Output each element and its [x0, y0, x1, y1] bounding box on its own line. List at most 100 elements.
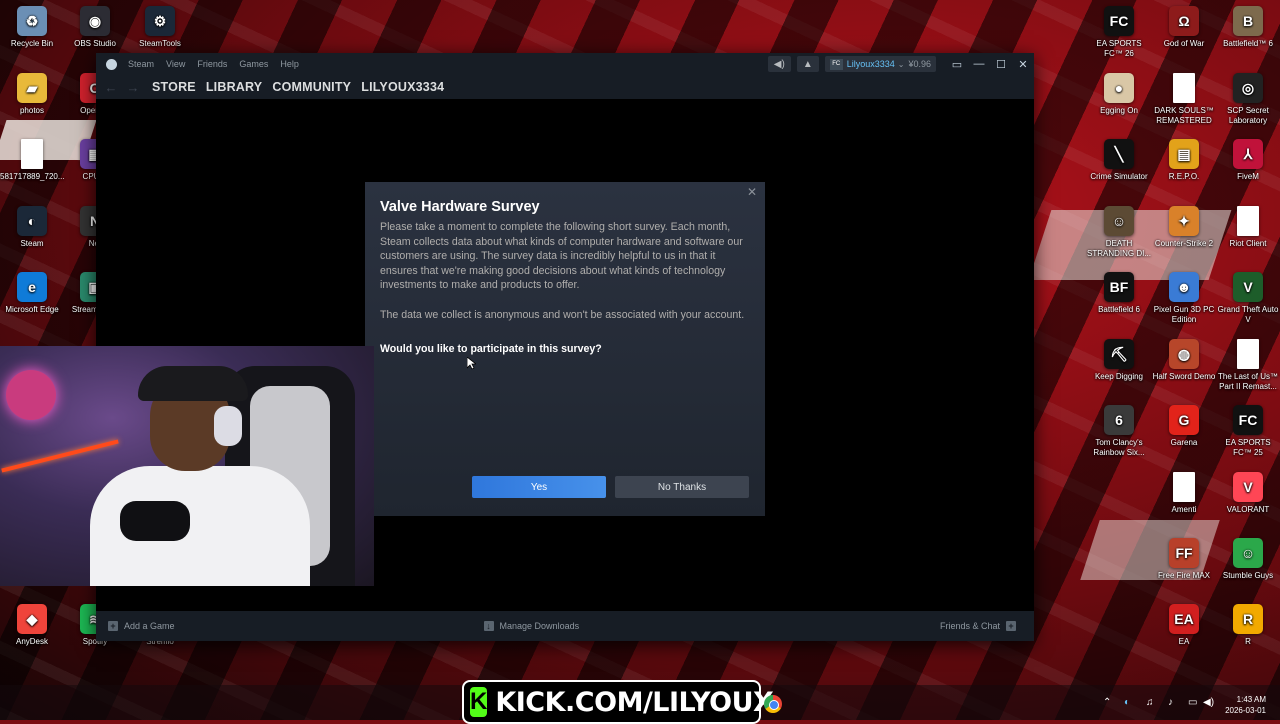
desktop-icon-label: Riot Client: [1229, 239, 1267, 248]
desktop-icon[interactable]: BF Battlefield 6: [1087, 272, 1151, 315]
add-game-button[interactable]: + Add a Game: [108, 621, 175, 631]
headset-tray-icon[interactable]: ♫: [1146, 697, 1154, 708]
broadcast-button[interactable]: ◀): [767, 56, 791, 72]
webcam-overlay: [0, 346, 374, 586]
maximize-icon[interactable]: ☐: [990, 58, 1012, 71]
ea-icon: EA: [1169, 604, 1199, 634]
steam-tray-icon[interactable]: ◐: [1124, 697, 1130, 708]
menu-help[interactable]: Help: [274, 59, 305, 69]
desktop-icon[interactable]: ☺ DEATH STRANDING DI...: [1087, 206, 1151, 259]
menu-friends[interactable]: Friends: [191, 59, 233, 69]
desktop-icon[interactable]: FF Free Fire MAX: [1152, 538, 1216, 581]
fc25-icon: FC: [1233, 405, 1263, 435]
desktop-icon[interactable]: V Grand Theft Auto V: [1216, 272, 1280, 325]
desktop-icon[interactable]: ☺ Stumble Guys: [1216, 538, 1280, 581]
menu-steam[interactable]: Steam: [122, 59, 160, 69]
dialog-question: Would you like to participate in this su…: [380, 343, 602, 355]
friends-chat-button[interactable]: Friends & Chat +: [940, 621, 1022, 631]
nav-store[interactable]: STORE: [152, 80, 196, 94]
taskbar-clock[interactable]: 1:43 AM 2026-03-01: [1225, 694, 1266, 716]
desktop-icon[interactable]: B Battlefield™ 6: [1216, 6, 1280, 49]
desktop-icon[interactable]: The Last of Us™ Part II Remast...: [1216, 339, 1280, 392]
close-window-icon[interactable]: ✕: [1012, 58, 1034, 71]
desktop-icon-label: SteamTools: [139, 39, 181, 48]
desktop-icon[interactable]: ⚙ SteamTools: [128, 6, 192, 49]
menu-games[interactable]: Games: [233, 59, 274, 69]
desktop-icon[interactable]: ◍ Half Sword Demo: [1152, 339, 1216, 382]
desktop-icon-label: Stumble Guys: [1222, 571, 1274, 580]
manage-downloads-button[interactable]: ↓ Manage Downloads: [483, 621, 579, 631]
half-sword-icon: ◍: [1169, 339, 1199, 369]
forward-arrow-icon[interactable]: →: [122, 80, 144, 95]
desktop-icon[interactable]: V VALORANT: [1216, 472, 1280, 515]
desktop-icon[interactable]: ● Egging On: [1087, 73, 1151, 116]
desktop-icon-label: Microsoft Edge: [5, 305, 59, 314]
barcelona-logo-icon: [6, 370, 56, 420]
desktop-icon-label: DEATH STRANDING DI...: [1087, 239, 1152, 258]
desktop-icon[interactable]: DARK SOULS™ REMASTERED: [1152, 73, 1216, 126]
yes-button[interactable]: Yes: [472, 476, 606, 498]
steam-bottombar: + Add a Game ↓ Manage Downloads Friends …: [96, 611, 1034, 641]
microphone-icon: [120, 501, 190, 541]
desktop-icon[interactable]: ☻ Pixel Gun 3D PC Edition: [1152, 272, 1216, 325]
desktop-icon[interactable]: FC EA SPORTS FC™ 25: [1216, 405, 1280, 458]
show-hidden-icons-chevron-icon[interactable]: ⌃: [1103, 697, 1111, 708]
desktop-icon[interactable]: 6 Tom Clancy's Rainbow Six...: [1087, 405, 1151, 458]
nav-profile[interactable]: LILYOUX3334: [361, 80, 444, 94]
nav-community[interactable]: COMMUNITY: [272, 80, 351, 94]
desktop-icon-label: Grand Theft Auto V: [1217, 305, 1279, 324]
desktop-icon[interactable]: e Microsoft Edge: [0, 272, 64, 315]
gta-icon: V: [1233, 272, 1263, 302]
menu-view[interactable]: View: [160, 59, 191, 69]
crime-simulator-icon: ╲: [1104, 139, 1134, 169]
desktop-icon[interactable]: G Garena: [1152, 405, 1216, 448]
file-icon: [1237, 339, 1259, 369]
desktop-icon[interactable]: ◉ OBS Studio: [63, 6, 127, 49]
network-icon[interactable]: ▭: [1188, 697, 1197, 708]
chrome-icon[interactable]: [764, 695, 782, 713]
dialog-close-icon[interactable]: ✕: [745, 185, 759, 199]
desktop-icon[interactable]: 581717889_720...: [0, 139, 65, 182]
big-picture-icon[interactable]: ▭: [946, 58, 968, 71]
desktop-icon[interactable]: Riot Client: [1216, 206, 1280, 249]
desktop-icon[interactable]: ⛏ Keep Digging: [1087, 339, 1151, 382]
account-menu[interactable]: FC Lilyoux3334 ⌄ ¥0.96: [824, 56, 936, 72]
fivem-icon: ⅄: [1233, 139, 1263, 169]
desktop-icon-label: Counter-Strike 2: [1154, 239, 1214, 248]
add-game-label: Add a Game: [124, 621, 175, 631]
desktop-icon[interactable]: ⅄ FiveM: [1216, 139, 1280, 182]
no-thanks-button[interactable]: No Thanks: [615, 476, 749, 498]
back-arrow-icon[interactable]: ←: [100, 80, 122, 95]
desktop-icon[interactable]: EA EA: [1152, 604, 1216, 647]
minimize-icon[interactable]: —: [968, 58, 990, 70]
avatar: FC: [829, 58, 843, 70]
desktop-icon[interactable]: ◎ SCP Secret Laboratory: [1216, 73, 1280, 126]
nav-library[interactable]: LIBRARY: [206, 80, 263, 94]
friends-chat-label: Friends & Chat: [939, 621, 1000, 631]
desktop-icon[interactable]: RR: [1216, 604, 1280, 647]
repo-icon: ▤: [1169, 139, 1199, 169]
desktop-icon-label: OBS Studio: [74, 39, 116, 48]
microphone-tray-icon[interactable]: ♪: [1168, 697, 1173, 708]
clock-time: 1:43 AM: [1236, 695, 1266, 704]
garena-icon: G: [1169, 405, 1199, 435]
desktop-icon[interactable]: ♻ Recycle Bin: [0, 6, 64, 49]
desktop-icon-label: God of War: [1163, 39, 1205, 48]
anydesk-icon: ◆: [17, 604, 47, 634]
desktop-icon[interactable]: ╲ Crime Simulator: [1087, 139, 1151, 182]
desktop-icon[interactable]: Amenti: [1152, 472, 1216, 515]
desktop-icon[interactable]: ◐ Steam: [0, 206, 64, 249]
desktop-icon[interactable]: ◆ AnyDesk: [0, 604, 64, 647]
desktop-icon[interactable]: Ω God of War: [1152, 6, 1216, 49]
volume-icon[interactable]: ◀): [1203, 697, 1214, 708]
desktop-icon[interactable]: ▤ R.E.P.O.: [1152, 139, 1216, 182]
desktop-icon[interactable]: ✦ Counter-Strike 2: [1152, 206, 1216, 249]
desktop-icon-label: SCP Secret Laboratory: [1227, 106, 1269, 125]
notifications-button[interactable]: ▲: [796, 56, 819, 72]
desktop-icon[interactable]: FC EA SPORTS FC™ 26: [1087, 6, 1151, 59]
desktop-icon-label: photos: [19, 106, 45, 115]
streamer-cap: [138, 366, 248, 401]
desktop-icon[interactable]: ▰ photos: [0, 73, 64, 116]
desktop-icon-label: R.E.P.O.: [1168, 172, 1200, 181]
desktop-icon-label: EA SPORTS FC™ 25: [1225, 438, 1271, 457]
